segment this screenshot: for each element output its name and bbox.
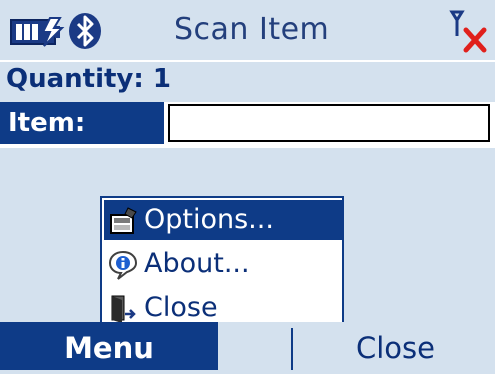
menu-item-label: About... [144, 248, 250, 279]
quantity-row: Quantity: 1 [6, 64, 171, 94]
menu-softkey[interactable]: Menu [0, 322, 218, 370]
close-softkey[interactable]: Close [296, 322, 495, 370]
item-input[interactable] [168, 104, 490, 142]
about-icon [108, 250, 138, 280]
menu-item-about[interactable]: About... [104, 244, 342, 284]
bluetooth-icon [69, 13, 101, 49]
item-label: Item: [0, 102, 164, 144]
battery-charging-icon [10, 17, 65, 47]
quantity-value: 1 [152, 64, 171, 94]
options-icon [110, 207, 137, 234]
menu-item-label: Options... [144, 204, 274, 235]
softkey-bar: Menu Close [0, 322, 495, 370]
title-divider [0, 60, 495, 62]
no-signal-icon [449, 10, 487, 53]
menu-item-label: Close [144, 292, 218, 323]
popup-menu: Options... About... Close [100, 196, 344, 331]
quantity-label: Quantity: [6, 64, 144, 94]
menu-item-options[interactable]: Options... [104, 200, 342, 240]
page-title: Scan Item [174, 12, 330, 47]
item-row: Item: [0, 102, 495, 148]
close-door-icon [111, 295, 136, 323]
title-bar: Scan Item [0, 0, 495, 62]
softkey-divider [291, 328, 293, 370]
